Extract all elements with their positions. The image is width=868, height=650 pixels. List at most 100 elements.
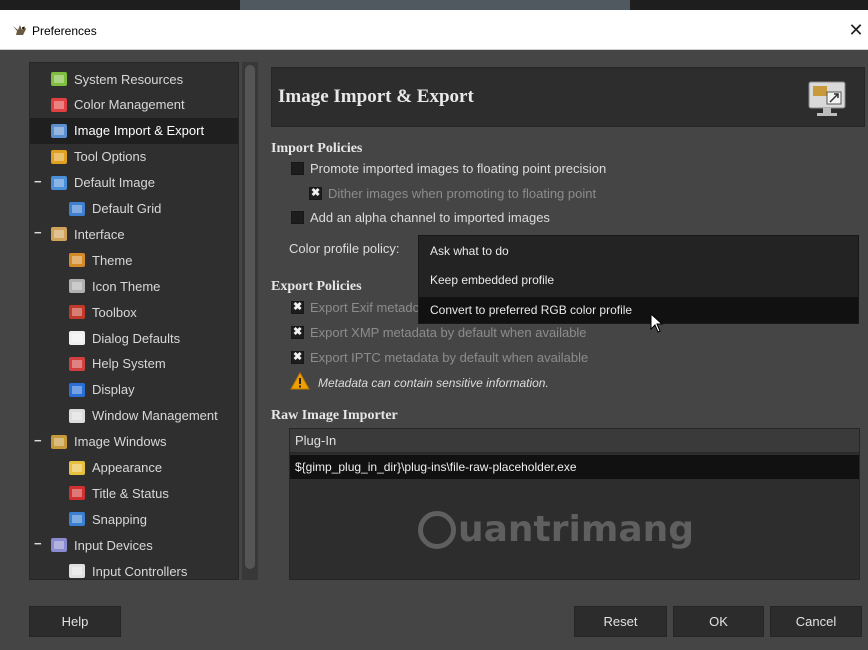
alpha-option[interactable]: Add an alpha channel to imported images [291,210,550,225]
warning-icon [290,372,310,390]
cancel-button[interactable]: Cancel [770,606,862,637]
image-import-export-icon [808,81,846,116]
sidebar-item[interactable]: − Image Windows [30,429,238,455]
sidebar-item-label: Window Management [92,408,218,424]
dither-label: Dither images when promoting to floating… [328,186,597,201]
export-xmp-checkbox[interactable] [291,325,304,339]
tree-scrollbar[interactable] [242,62,258,580]
scrollbar-thumb[interactable] [245,65,255,569]
panel-header: Image Import & Export [271,67,865,127]
plugin-column-header[interactable]: Plug-In [290,429,859,453]
plugin-row[interactable]: ${gimp_plug_in_dir}\plug-ins\file-raw-pl… [290,455,859,479]
sidebar-item[interactable]: Help System [30,351,238,377]
sidebar-item[interactable]: − Interface [30,221,238,247]
system-resources-icon [50,71,68,87]
default-grid-icon [68,201,86,217]
watermark-text: uantrimang [458,509,695,550]
mouse-pointer-icon [650,313,664,333]
watermark-logo-icon [418,510,456,549]
sidebar-item-label: Snapping [92,511,147,527]
sidebar-item-label: Default Grid [92,201,162,216]
promote-float-label: Promote imported images to floating poin… [310,161,607,176]
sidebar-item[interactable]: Icon Theme [30,273,238,299]
watermark: uantrimang [418,509,694,550]
help-button[interactable]: Help [29,606,121,637]
sidebar-item-label: Interface [74,226,125,242]
reset-button[interactable]: Reset [574,606,667,637]
icon-theme-icon [68,278,86,294]
export-xmp-option[interactable]: Export XMP metadata by default when avai… [291,325,587,340]
dither-option[interactable]: Dither images when promoting to floating… [309,186,596,201]
export-policies-heading: Export Policies [271,279,362,294]
sidebar-item-label: Input Devices [74,537,153,553]
sidebar-item[interactable]: Snapping [30,506,238,532]
dialog-defaults-icon [68,330,86,346]
tree-expander-icon[interactable]: − [34,434,44,447]
window-title: Preferences [32,24,97,38]
sidebar-item[interactable]: Image Import & Export [30,117,238,144]
sidebar-item-label: Input Controllers [92,563,188,579]
category-tree[interactable]: System Resources Color Management Image Im… [29,62,239,580]
gimp-wilber-icon [13,25,26,35]
page-title: Image Import & Export [278,86,474,107]
sidebar-item[interactable]: Dialog Defaults [30,325,238,351]
sidebar-item-label: Appearance [92,460,163,475]
sidebar-item-label: Theme [92,252,133,268]
tree-expander-icon[interactable]: − [34,537,44,550]
export-xmp-label: Export XMP metadata by default when avai… [310,325,587,340]
export-exif-label: Export Exif metadc [310,300,420,315]
sidebar-item[interactable]: Tool Options [30,144,238,170]
export-exif-checkbox[interactable] [291,300,304,314]
sidebar-item[interactable]: Toolbox [30,299,238,325]
promote-float-option[interactable]: Promote imported images to floating poin… [291,161,606,176]
tree-expander-icon[interactable]: − [34,226,44,239]
sidebar-item-label: Color Management [74,97,185,113]
sidebar-item[interactable]: Input Controllers [30,558,238,579]
sidebar-item[interactable]: − Input Devices [30,532,238,558]
dropdown-option-convert-rgb[interactable]: Convert to preferred RGB color profile [419,297,858,323]
promote-float-checkbox[interactable] [291,162,304,175]
sidebar-item[interactable]: Window Management [30,403,238,429]
sidebar-item[interactable]: Appearance [30,455,238,481]
theme-icon [68,252,86,268]
raw-importer-heading: Raw Image Importer [271,408,398,423]
tree-expander-icon[interactable]: − [34,175,44,188]
color-management-icon [50,97,68,113]
sidebar-item-label: Dialog Defaults [92,330,181,346]
sidebar-item[interactable]: − Default Image [30,170,238,196]
title-status-icon [68,485,86,501]
sidebar-item[interactable]: System Resources [30,66,238,92]
interface-icon [50,226,68,242]
dropdown-option-keep-embedded[interactable]: Keep embedded profile [419,267,858,293]
display-icon [68,382,86,398]
color-profile-policy-dropdown[interactable]: Ask what to do Keep embedded profile Con… [418,235,859,324]
dither-checkbox[interactable] [309,186,322,200]
sidebar-item[interactable]: Theme [30,247,238,273]
sidebar-item[interactable]: Color Management [30,92,238,118]
export-iptc-checkbox[interactable] [291,350,304,364]
background-strip [0,0,868,10]
default-image-icon [50,175,68,191]
ok-button[interactable]: OK [673,606,764,637]
alpha-checkbox[interactable] [291,211,304,224]
metadata-warning-text: Metadata can contain sensitive informati… [318,376,549,390]
sidebar-item-label: Image Import & Export [74,123,205,139]
image-import-export-icon [50,123,68,139]
sidebar-item-label: Default Image [74,175,155,191]
close-button[interactable]: ✕ [845,18,867,42]
sidebar-item-label: Icon Theme [92,278,161,294]
toolbox-icon [68,304,86,320]
sidebar-item[interactable]: Title & Status [30,480,238,506]
raw-importer-list[interactable]: Plug-In ${gimp_plug_in_dir}\plug-ins\fil… [289,428,860,580]
export-iptc-option[interactable]: Export IPTC metadata by default when ava… [291,350,588,365]
sidebar-item[interactable]: Default Grid [30,196,238,222]
sidebar-item-label: Image Windows [74,434,167,450]
sidebar-item-label: Tool Options [74,149,147,165]
input-controllers-icon [68,563,86,579]
sidebar-item[interactable]: Display [30,377,238,403]
export-exif-option[interactable]: Export Exif metadc [291,300,419,315]
dropdown-option-ask[interactable]: Ask what to do [419,238,858,264]
preferences-dialog: System Resources Color Management Image Im… [0,50,868,650]
image-windows-icon [50,434,68,450]
help-system-icon [68,356,86,372]
